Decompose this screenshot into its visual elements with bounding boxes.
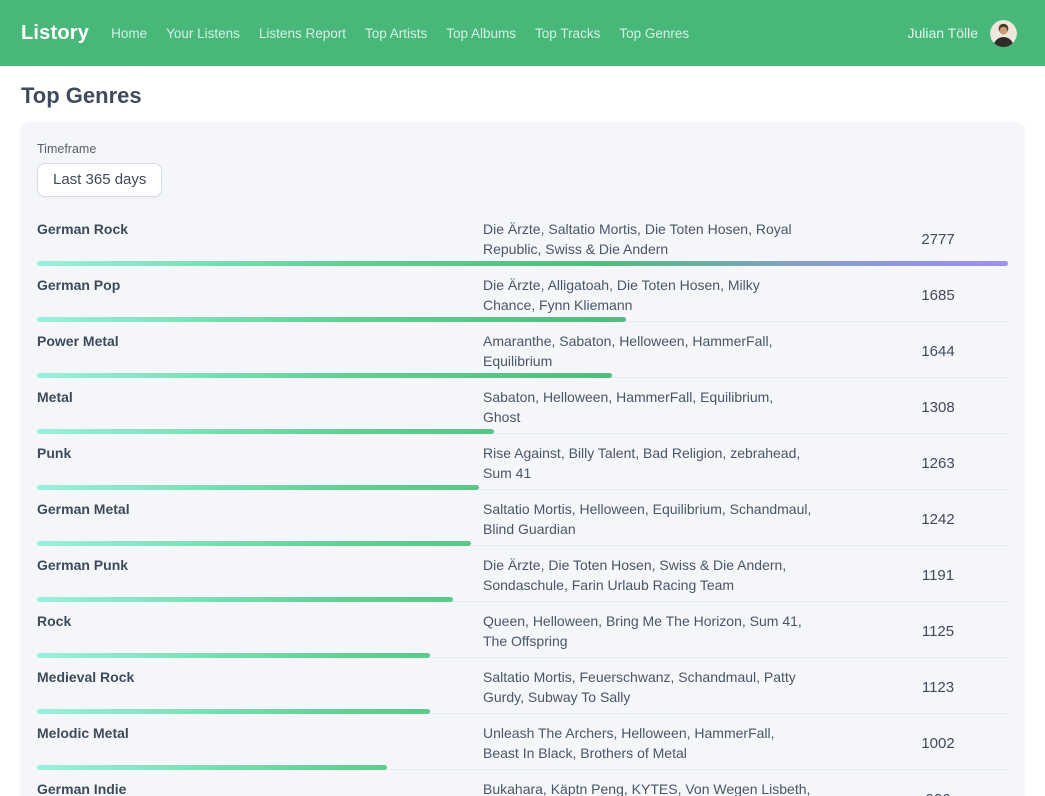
genre-bar [37,597,453,602]
genre-artists: Saltatio Mortis, Helloween, Equilibrium,… [483,499,813,539]
page-content: Top Genres Timeframe Last 365 days Germa… [0,83,1045,796]
genre-name: Rock [37,611,483,631]
app-logo[interactable]: Listory [21,22,89,45]
genre-artists: Unleash The Archers, Helloween, HammerFa… [483,723,813,763]
genre-artists: Saltatio Mortis, Feuerschwanz, Schandmau… [483,667,813,707]
genre-name: German Pop [37,275,483,295]
genre-count: 2777 [866,231,954,248]
genre-bar [37,709,430,714]
genre-artists: Rise Against, Billy Talent, Bad Religion… [483,443,813,483]
page-title: Top Genres [21,83,1024,109]
user-menu: Julian Tölle [907,20,1017,47]
genre-name: Melodic Metal [37,723,483,743]
genre-bar-track [37,709,1008,714]
genre-row: German Rock Die Ärzte, Saltatio Mortis, … [37,210,1008,266]
genre-bar [37,653,430,658]
genre-name: Metal [37,387,483,407]
genre-bar-track [37,429,1008,434]
genre-bar [37,765,387,770]
genre-bar [37,541,471,546]
user-avatar-image [990,20,1017,47]
genre-name: Power Metal [37,331,483,351]
timeframe-label: Timeframe [37,142,1008,156]
genre-artists: Sabaton, Helloween, HammerFall, Equilibr… [483,387,813,427]
genre-count: 1308 [866,399,954,416]
genre-name: German Punk [37,555,483,575]
timeframe-select[interactable]: Last 365 days [37,163,162,197]
genre-bar-track [37,653,1008,658]
genre-bar-track [37,765,1008,770]
genre-count: 1263 [866,455,954,472]
genre-bar-track [37,541,1008,546]
genre-bar [37,261,1008,266]
genre-row: German Indie Bukahara, Käptn Peng, KYTES… [37,770,1008,796]
genre-count: 1242 [866,511,954,528]
genre-bar-track [37,317,1008,322]
genre-bar-track [37,597,1008,602]
nav-item-top-artists[interactable]: Top Artists [365,26,427,41]
genre-bar [37,485,479,490]
genre-row: Medieval Rock Saltatio Mortis, Feuerschw… [37,658,1008,714]
genre-table: German Rock Die Ärzte, Saltatio Mortis, … [37,210,1008,796]
genre-row: Rock Queen, Helloween, Bring Me The Hori… [37,602,1008,658]
genre-row: Power Metal Amaranthe, Sabaton, Hellowee… [37,322,1008,378]
genre-name: Punk [37,443,483,463]
genre-row: Melodic Metal Unleash The Archers, Hello… [37,714,1008,770]
genre-count: 1644 [866,343,954,360]
user-name[interactable]: Julian Tölle [907,25,978,41]
genre-artists: Bukahara, Käptn Peng, KYTES, Von Wegen L… [483,779,813,796]
genre-artists: Queen, Helloween, Bring Me The Horizon, … [483,611,813,651]
genre-row: Punk Rise Against, Billy Talent, Bad Rel… [37,434,1008,490]
main-nav: Home Your Listens Listens Report Top Art… [111,26,907,41]
nav-item-top-genres[interactable]: Top Genres [619,26,689,41]
genre-count: 1002 [866,735,954,752]
genre-name: German Indie [37,779,483,796]
genre-count: 1191 [867,567,954,584]
genre-row: German Metal Saltatio Mortis, Helloween,… [37,490,1008,546]
nav-item-your-listens[interactable]: Your Listens [166,26,240,41]
genre-count: 1125 [867,623,954,640]
genre-artists: Die Ärzte, Saltatio Mortis, Die Toten Ho… [483,219,813,259]
genre-count: 1685 [866,287,954,304]
genre-bar-track [37,485,1008,490]
genre-bar-track [37,373,1008,378]
genre-name: German Rock [37,219,483,239]
genre-row: German Punk Die Ärzte, Die Toten Hosen, … [37,546,1008,602]
nav-item-top-tracks[interactable]: Top Tracks [535,26,600,41]
genre-bar [37,429,494,434]
genre-name: German Metal [37,499,483,519]
nav-item-listens-report[interactable]: Listens Report [259,26,346,41]
nav-item-top-albums[interactable]: Top Albums [446,26,516,41]
genre-count: 1123 [867,679,954,696]
genre-bar [37,373,612,378]
user-avatar[interactable] [990,20,1017,47]
nav-item-home[interactable]: Home [111,26,147,41]
genre-bar-track [37,261,1008,266]
top-navbar: Listory Home Your Listens Listens Report… [0,0,1045,66]
genre-artists: Die Ärzte, Die Toten Hosen, Swiss & Die … [483,555,813,595]
genre-count: 926 [870,791,950,796]
genre-artists: Die Ärzte, Alligatoah, Die Toten Hosen, … [483,275,813,315]
genre-bar [37,317,626,322]
genre-row: German Pop Die Ärzte, Alligatoah, Die To… [37,266,1008,322]
genre-name: Medieval Rock [37,667,483,687]
genre-artists: Amaranthe, Sabaton, Helloween, HammerFal… [483,331,813,371]
genre-row: Metal Sabaton, Helloween, HammerFall, Eq… [37,378,1008,434]
top-genres-panel: Timeframe Last 365 days German Rock Die … [21,122,1024,796]
